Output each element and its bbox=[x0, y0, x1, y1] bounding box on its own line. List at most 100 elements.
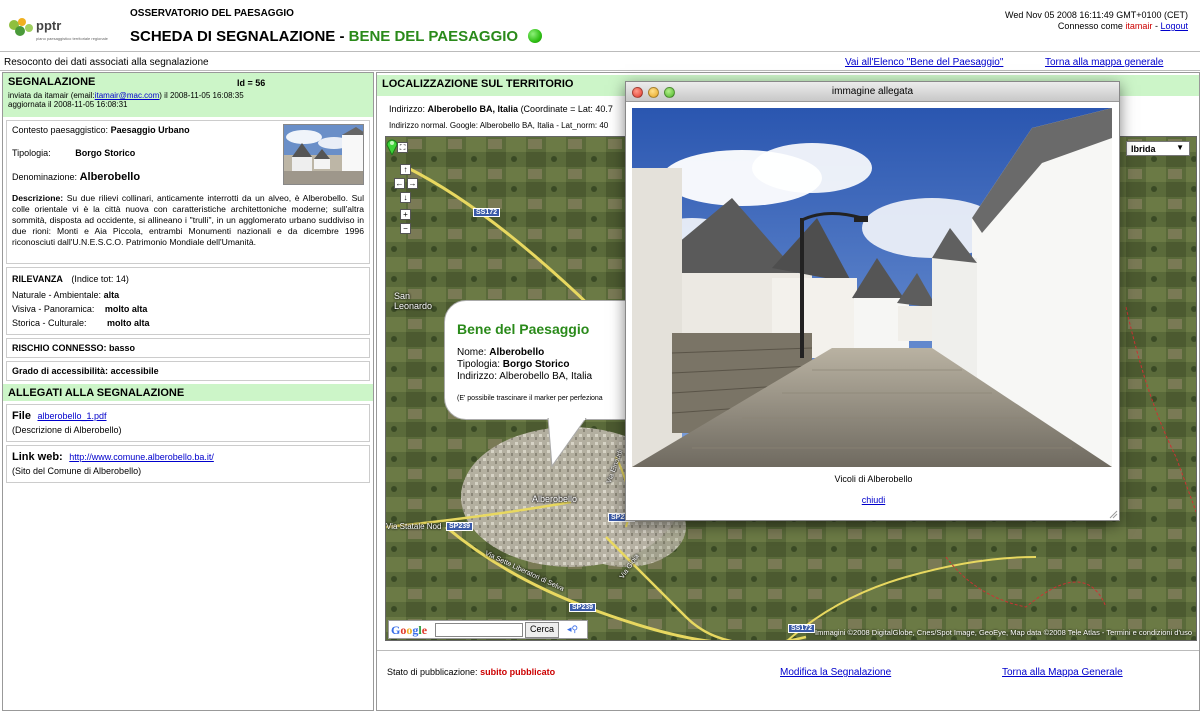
zoom-in-icon[interactable]: + bbox=[400, 209, 411, 220]
stato-value: subito pubblicato bbox=[480, 667, 556, 677]
map-search-input[interactable] bbox=[435, 623, 523, 637]
pptr-logo: pptr piano paesaggistico territoriale re… bbox=[6, 14, 118, 44]
rilevanza-label-2: Storica - Culturale: bbox=[12, 318, 87, 328]
bubble-indirizzo: Alberobello BA, Italia bbox=[499, 371, 593, 382]
observatory-title: OSSERVATORIO DEL PAESAGGIO bbox=[130, 8, 294, 19]
photo-caption: Vicoli di Alberobello bbox=[834, 474, 913, 484]
google-logo: Google bbox=[391, 623, 428, 637]
resize-grip-icon[interactable] bbox=[1108, 509, 1118, 519]
page-header: pptr piano paesaggistico territoriale re… bbox=[0, 0, 1200, 52]
rilevanza-box: RILEVANZA (Indice tot: 14) Naturale - Am… bbox=[6, 267, 370, 335]
close-link[interactable]: chiudi bbox=[862, 495, 886, 505]
minimize-window-icon[interactable] bbox=[648, 87, 659, 98]
bubble-nome-label: Nome: bbox=[457, 347, 487, 358]
description: Descrizione: Su due rilievi collinari, a… bbox=[12, 193, 364, 248]
footer-divider bbox=[377, 650, 1199, 651]
pan-up-icon[interactable]: ↑ bbox=[400, 164, 411, 175]
subbar-description: Resoconto dei dati associati alla segnal… bbox=[4, 57, 209, 68]
svg-text:pptr: pptr bbox=[36, 18, 61, 33]
image-popup-window: immagine allegata Vicoli di Alberobello … bbox=[625, 81, 1120, 521]
address-value: Alberobello BA, Italia bbox=[427, 104, 519, 114]
dropdown-arrow-icon: ▼ bbox=[1176, 143, 1184, 152]
rilevanza-label: RILEVANZA bbox=[12, 274, 63, 284]
title-highlight: BENE DEL PAESAGGIO bbox=[348, 28, 519, 45]
tipologia-value: Borgo Storico bbox=[75, 148, 136, 158]
rilevanza-value-1: molto alta bbox=[104, 304, 148, 314]
grado-value: accessibile bbox=[110, 366, 159, 376]
details-box: Contesto paesaggistico: Paesaggio Urbano… bbox=[6, 120, 370, 264]
grado-box: Grado di accessibilità: accessibile bbox=[6, 361, 370, 381]
updated-date: aggiornata il 2008-11-05 16:08:31 bbox=[8, 100, 128, 109]
google-search-bar: Google Cerca ◂⚲ bbox=[388, 620, 588, 639]
close-window-icon[interactable] bbox=[632, 87, 643, 98]
sent-prefix: inviata da itamair (email: bbox=[8, 91, 95, 100]
rilevanza-label-0: Naturale - Ambientale: bbox=[12, 290, 102, 300]
map-type-value: Ibrida bbox=[1131, 144, 1156, 154]
sub-bar: Resoconto dei dati associati alla segnal… bbox=[0, 53, 1200, 71]
segnalazione-header: SEGNALAZIONE Id = 56 inviata da itamair … bbox=[3, 73, 373, 117]
file-box: File alberobello_1.pdf (Descrizione di A… bbox=[6, 404, 370, 442]
pan-left-icon[interactable]: ← bbox=[394, 178, 405, 189]
address-label: Indirizzo: bbox=[389, 104, 426, 114]
maximize-window-icon[interactable] bbox=[664, 87, 675, 98]
status-dot-icon bbox=[528, 29, 543, 43]
contesto-value: Paesaggio Urbano bbox=[110, 125, 190, 135]
report-panel: SEGNALAZIONE Id = 56 inviata da itamair … bbox=[2, 72, 374, 711]
denominazione-value: Alberobello bbox=[79, 171, 141, 183]
zoom-out-icon[interactable]: − bbox=[400, 223, 411, 234]
page-title: SCHEDA DI SEGNALAZIONE - BENE DEL PAESAG… bbox=[130, 28, 543, 45]
rischio-box: RISCHIO CONNESSO: basso bbox=[6, 338, 370, 358]
rischio-text: RISCHIO CONNESSO: basso bbox=[12, 343, 136, 353]
road-label: SS172 bbox=[788, 624, 816, 633]
search-button[interactable]: Cerca bbox=[525, 622, 560, 638]
report-meta: inviata da itamair (email:itamair@mac.co… bbox=[8, 91, 368, 109]
pan-down-icon[interactable]: ↓ bbox=[400, 192, 411, 203]
map-type-select[interactable]: Ibrida ▼ bbox=[1126, 141, 1190, 156]
denominazione-label: Denominazione: bbox=[12, 172, 78, 182]
connected-as-label: Connesso come bbox=[1057, 21, 1123, 31]
rilevanza-index: (Indice tot: 14) bbox=[71, 274, 129, 284]
thumbnail-image[interactable] bbox=[283, 124, 364, 185]
sent-suffix: ) il 2008-11-05 16:08:35 bbox=[159, 91, 244, 100]
road-label: SP239 bbox=[569, 603, 597, 612]
description-text: Su due rilievi collinari, anticamente in… bbox=[12, 193, 364, 247]
web-link[interactable]: http://www.comune.alberobello.ba.it/ bbox=[69, 452, 214, 462]
report-id: Id = 56 bbox=[237, 78, 266, 88]
web-label: Link web: bbox=[12, 451, 63, 463]
allegati-header: ALLEGATI ALLA SEGNALAZIONE bbox=[3, 384, 373, 401]
rilevanza-value-0: alta bbox=[103, 290, 120, 300]
publication-status: Stato di pubblicazione: subito pubblicat… bbox=[387, 667, 555, 677]
popup-titlebar[interactable]: immagine allegata bbox=[626, 82, 1119, 102]
logout-link[interactable]: Logout bbox=[1160, 21, 1188, 31]
session-info: Wed Nov 05 2008 16:11:49 GMT+0100 (CET) … bbox=[1005, 10, 1188, 32]
rilevanza-label-1: Visiva - Panoramica: bbox=[12, 304, 95, 314]
pan-right-icon[interactable]: → bbox=[407, 178, 418, 189]
road-name: Via Statale Nod bbox=[386, 522, 442, 531]
normalized-address: Indirizzo normal. Google: Alberobello BA… bbox=[389, 121, 609, 130]
bubble-tipologia-label: Tipologia: bbox=[457, 359, 500, 370]
description-label: Descrizione: bbox=[12, 193, 64, 203]
file-description: (Descrizione di Alberobello) bbox=[12, 425, 122, 435]
road-label: SS172 bbox=[473, 208, 501, 217]
modifica-link[interactable]: Modifica la Segnalazione bbox=[780, 667, 891, 678]
grado-label: Grado di accessibilità: bbox=[12, 366, 109, 376]
bubble-tipologia: Borgo Storico bbox=[502, 359, 570, 370]
popup-title: immagine allegata bbox=[831, 86, 914, 97]
place-san-leonardo: San Leonardo bbox=[394, 291, 433, 311]
rilevanza-value-2: molto alta bbox=[107, 318, 150, 328]
elenco-link[interactable]: Vai all'Elenco "Bene del Paesaggio" bbox=[845, 57, 1003, 68]
torna-mappa-generale-link[interactable]: Torna alla Mappa Generale bbox=[1002, 667, 1123, 678]
datetime: Wed Nov 05 2008 16:11:49 GMT+0100 (CET) bbox=[1004, 10, 1188, 20]
bubble-tail bbox=[547, 418, 587, 468]
torna-mappa-link[interactable]: Torna alla mappa generale bbox=[1045, 57, 1163, 68]
web-link-box: Link web: http://www.comune.alberobello.… bbox=[6, 445, 370, 483]
bubble-indirizzo-label: Indirizzo: bbox=[457, 371, 498, 382]
title-prefix: SCHEDA DI SEGNALAZIONE - bbox=[130, 28, 345, 45]
search-options-icon[interactable]: ◂⚲ bbox=[567, 624, 578, 635]
contesto-label: Contesto paesaggistico: bbox=[12, 125, 109, 135]
email-link[interactable]: itamair@mac.com bbox=[95, 91, 160, 100]
location-marker-icon[interactable] bbox=[386, 137, 398, 155]
file-link[interactable]: alberobello_1.pdf bbox=[37, 411, 106, 421]
map-fit-icon[interactable]: ⛶ bbox=[397, 142, 408, 153]
attached-photo bbox=[632, 108, 1112, 467]
